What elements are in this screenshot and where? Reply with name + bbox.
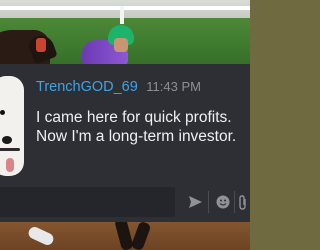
chat-card: TrenchGOD_69 11:43 PM I came here for qu… [0,64,250,222]
message-input[interactable] [0,187,175,217]
rail-post [120,6,124,24]
avatar-tongue [6,158,14,172]
message-header: TrenchGOD_69 11:43 PM [36,78,201,96]
rail [0,6,250,10]
attach-button[interactable] [236,190,250,214]
message-text: I came here for quick profits. Now I'm a… [36,109,237,145]
divider [208,191,209,213]
divider [234,191,235,213]
emoji-button[interactable] [212,190,234,214]
message-composer [0,187,250,217]
username[interactable]: TrenchGOD_69 [36,79,138,95]
send-button[interactable] [184,190,206,214]
jockey-face [114,38,128,52]
emoji-icon [216,195,230,209]
attach-icon [239,194,246,210]
avatar-nose [2,136,12,144]
horse-bridle [36,38,46,52]
avatar[interactable] [0,76,24,176]
avatar-mouth [0,148,20,151]
send-icon [188,196,202,208]
timestamp: 11:43 PM [146,79,201,94]
chat-message: TrenchGOD_69 11:43 PM I came here for qu… [0,64,250,182]
avatar-eye [0,110,5,115]
